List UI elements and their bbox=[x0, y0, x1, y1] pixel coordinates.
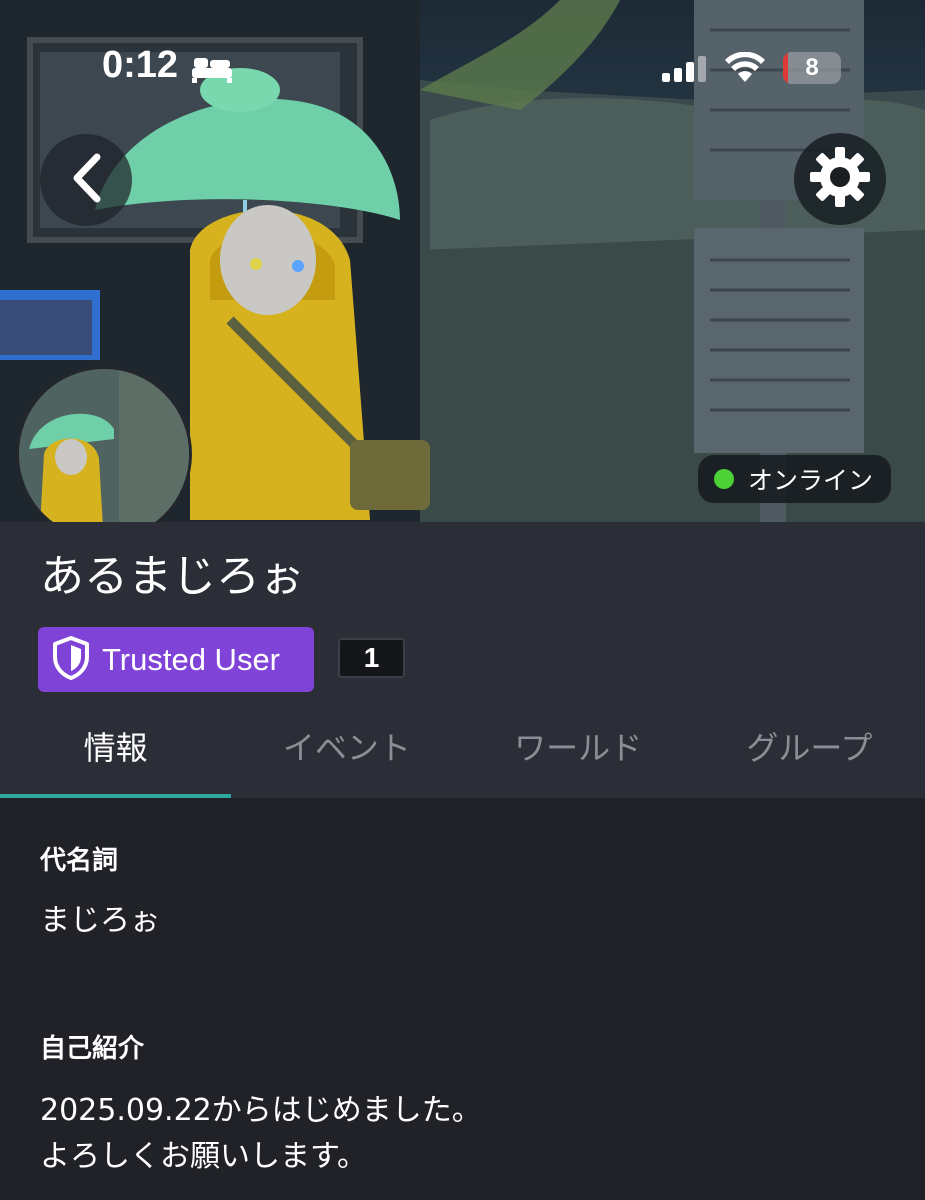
pronouns-value: まじろぉ bbox=[40, 903, 160, 938]
profile-header: あるまじろぉ Trusted User 1 情報 イベント ワールド グループ bbox=[0, 522, 925, 798]
badge-count[interactable]: 1 bbox=[338, 638, 405, 678]
online-status-text: オンライン bbox=[748, 466, 874, 495]
online-dot bbox=[714, 469, 734, 489]
display-name: あるまじろぉ bbox=[40, 551, 304, 602]
bio-label: 自己紹介 bbox=[40, 1034, 145, 1064]
gear-icon bbox=[809, 146, 871, 212]
tab-groups[interactable]: グループ bbox=[694, 700, 925, 798]
back-button[interactable] bbox=[40, 134, 132, 226]
clock-time: 0:12 bbox=[102, 44, 179, 86]
bed-icon bbox=[190, 54, 234, 88]
bio-line: 2025.09.22からはじめました。 bbox=[40, 1093, 482, 1128]
signal-icon bbox=[662, 56, 708, 86]
avatar[interactable] bbox=[16, 366, 192, 542]
shield-icon bbox=[52, 635, 90, 685]
tab-info[interactable]: 情報 bbox=[0, 700, 232, 798]
pronouns-label: 代名詞 bbox=[40, 846, 119, 876]
bio-text: 2025.09.22からはじめました。 よろしくお願いします。 bbox=[40, 1088, 482, 1180]
profile-tabs: 情報 イベント ワールド グループ bbox=[0, 700, 925, 798]
bio-line: よろしくお願いします。 bbox=[40, 1139, 367, 1174]
wifi-icon bbox=[724, 51, 766, 88]
tab-events[interactable]: イベント bbox=[231, 700, 462, 798]
trust-rank-label: Trusted User bbox=[102, 641, 281, 677]
trust-rank-badge[interactable]: Trusted User bbox=[38, 627, 314, 692]
system-status-bar: 0:12 8 bbox=[0, 40, 925, 100]
battery-level-text: 8 bbox=[805, 54, 819, 81]
settings-button[interactable] bbox=[794, 133, 886, 225]
chevron-left-icon bbox=[69, 153, 103, 207]
battery-indicator: 8 bbox=[783, 52, 841, 84]
info-panel: 代名詞 まじろぉ 自己紹介 2025.09.22からはじめました。 よろしくお願… bbox=[0, 798, 925, 1200]
online-status-badge: オンライン bbox=[698, 455, 892, 503]
tab-worlds[interactable]: ワールド bbox=[463, 700, 694, 798]
